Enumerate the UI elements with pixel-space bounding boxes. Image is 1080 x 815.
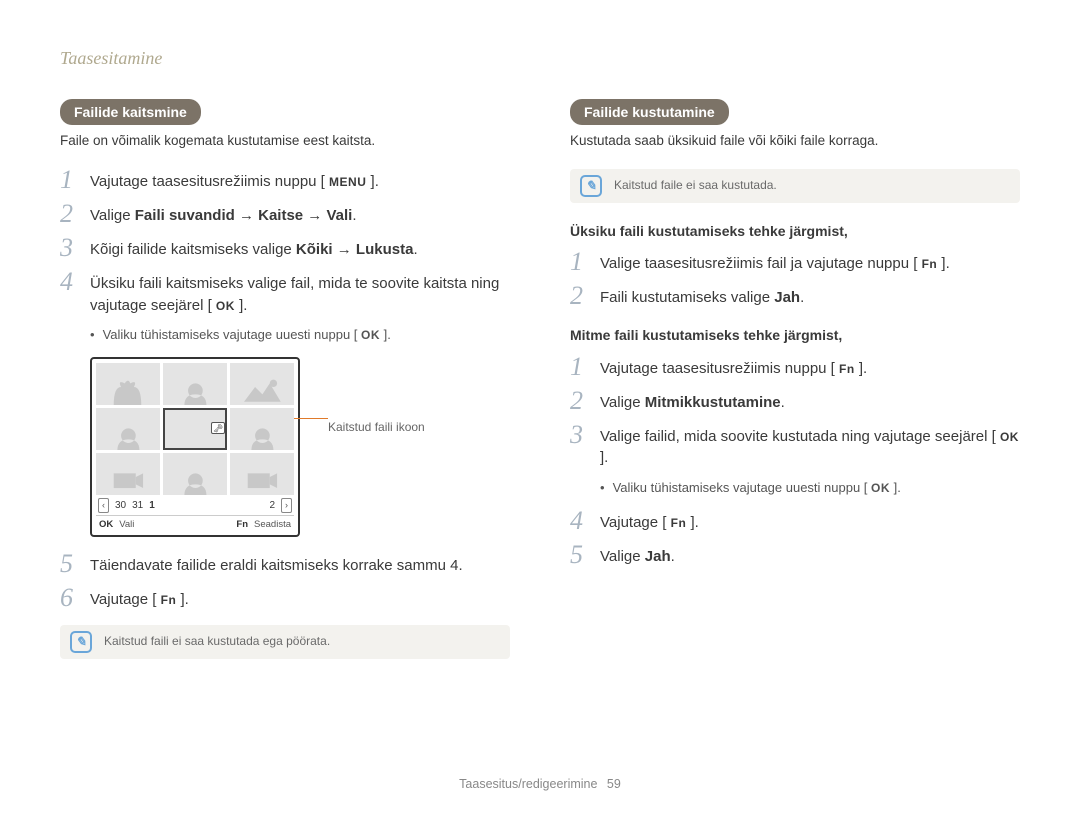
page-title: Taasesitamine (60, 45, 1020, 71)
step-number: 3 (60, 235, 90, 261)
portrait-icon (106, 421, 151, 450)
page-number: 59 (607, 777, 621, 791)
fn-button-label: Fn (161, 592, 177, 609)
two-column-layout: Failide kaitsmine Faile on võimalik koge… (60, 99, 1020, 677)
date-bar: ‹ 30 31 1 2 › (96, 495, 294, 515)
left-column: Failide kaitsmine Faile on võimalik koge… (60, 99, 510, 677)
delete-multi-heading: Mitme faili kustutamiseks tehke järgmist… (570, 325, 1020, 345)
thumbnail-cell (230, 453, 294, 495)
thumbnail-cell (163, 363, 227, 405)
fn-button-label: Fn (922, 256, 938, 273)
right-column: Failide kustutamine Kustutada saab üksik… (570, 99, 1020, 677)
ok-button-label: OK (361, 327, 380, 344)
ok-button-label: OK (216, 298, 235, 315)
landscape-icon (240, 376, 285, 405)
step-text: Vajutage [ Fn ]. (90, 587, 510, 611)
step-number: 4 (570, 508, 600, 534)
step-number: 4 (60, 269, 90, 295)
step-text: Vajutage [ Fn ]. (600, 510, 1020, 534)
ok-button-label: OK (1000, 429, 1019, 446)
note-text: Kaitstud faili ei saa kustutada ega pöör… (104, 633, 330, 650)
delete-multi-substep: Valiku tühistamiseks vajutage uuesti nup… (600, 479, 1020, 498)
thumbnail-cell (96, 363, 160, 405)
camera-screen: ‹ 30 31 1 2 › OK Vali Fn Seadista (90, 357, 300, 537)
film-icon (106, 466, 151, 495)
delete-single-heading: Üksiku faili kustutamiseks tehke järgmis… (570, 221, 1020, 241)
date-value: 2 (269, 499, 275, 514)
section-badge-delete: Failide kustutamine (570, 99, 729, 125)
ok-button-label: OK (871, 480, 890, 497)
note-icon: ✎ (580, 175, 602, 197)
page-footer: Taasesitus/redigeerimine 59 (0, 775, 1080, 793)
thumbnail-cell (230, 408, 294, 450)
protect-steps-cont: 5 Täiendavate failide eraldi kaitsmiseks… (60, 553, 510, 611)
fn-button-label: Fn (671, 515, 687, 532)
protect-substep: Valiku tühistamiseks vajutage uuesti nup… (90, 326, 510, 345)
delete-intro: Kustutada saab üksikuid faile või kõiki … (570, 131, 1020, 151)
note-box: ✎ Kaitstud faile ei saa kustutada. (570, 169, 1020, 203)
step-text: Kõigi failide kaitsmiseks valige Kõiki →… (90, 237, 510, 261)
arrow-right-icon: › (281, 498, 292, 513)
step-number: 1 (570, 249, 600, 275)
step-text: Valige Mitmikkustutamine. (600, 390, 1020, 414)
step-number: 6 (60, 585, 90, 611)
step-number: 2 (570, 388, 600, 414)
step-number: 5 (60, 551, 90, 577)
thumbnail-illustration: ‹ 30 31 1 2 › OK Vali Fn Seadista (90, 357, 510, 537)
note-text: Kaitstud faile ei saa kustutada. (614, 177, 777, 194)
step-number: 1 (570, 354, 600, 380)
delete-single-steps: 1 Valige taasesitusrežiimis fail ja vaju… (570, 251, 1020, 309)
thumbnail-cell (163, 453, 227, 495)
protect-steps: 1 Vajutage taasesitusrežiimis nuppu [ ME… (60, 169, 510, 317)
menu-button-label: MENU (329, 174, 366, 191)
seadista-label: Seadista (254, 518, 291, 532)
thumbnail-cell (96, 453, 160, 495)
step-number: 2 (60, 201, 90, 227)
thumbnail-cell (96, 408, 160, 450)
footer-section: Taasesitus/redigeerimine (459, 777, 597, 791)
date-value-current: 1 (149, 499, 155, 514)
step-text: Valige taasesitusrežiimis fail ja vajuta… (600, 251, 1020, 275)
step-text: Faili kustutamiseks valige Jah. (600, 285, 1020, 309)
step-number: 2 (570, 283, 600, 309)
step-text: Valige Faili suvandid → Kaitse → Vali. (90, 203, 510, 227)
screen-bottom-bar: OK Vali Fn Seadista (96, 515, 294, 535)
note-icon: ✎ (70, 631, 92, 653)
step-number: 1 (60, 167, 90, 193)
date-value: 30 (115, 499, 126, 514)
delete-multi-steps-cont: 4 Vajutage [ Fn ]. 5 Valige Jah. (570, 510, 1020, 568)
thumbnail-cell-selected (163, 408, 227, 450)
film-icon (240, 466, 285, 495)
delete-multi-steps: 1 Vajutage taasesitusrežiimis nuppu [ Fn… (570, 356, 1020, 470)
portrait-icon (173, 376, 218, 405)
step-text: Üksiku faili kaitsmiseks valige fail, mi… (90, 271, 510, 317)
step-text: Vajutage taasesitusrežiimis nuppu [ Fn ]… (600, 356, 1020, 380)
step-number: 3 (570, 422, 600, 448)
thumbnail-cell (230, 363, 294, 405)
step-text: Vajutage taasesitusrežiimis nuppu [ MENU… (90, 169, 510, 193)
protect-intro: Faile on võimalik kogemata kustutamise e… (60, 131, 510, 151)
date-value: 31 (132, 499, 143, 514)
lock-icon (211, 422, 225, 434)
palm-icon (106, 376, 151, 405)
step-text: Valige Jah. (600, 544, 1020, 568)
ok-label: OK (99, 518, 113, 532)
portrait-icon (173, 466, 218, 495)
fn-button-label: Fn (839, 361, 855, 378)
thumbnail-grid (96, 363, 294, 495)
note-box: ✎ Kaitstud faili ei saa kustutada ega pö… (60, 625, 510, 659)
fn-label: Fn (236, 518, 248, 532)
section-badge-protect: Failide kaitsmine (60, 99, 201, 125)
callout-label: Kaitstud faili ikoon (328, 419, 425, 436)
step-text: Valige failid, mida soovite kustutada ni… (600, 424, 1020, 470)
step-number: 5 (570, 542, 600, 568)
vali-label: Vali (119, 518, 134, 532)
arrow-left-icon: ‹ (98, 498, 109, 513)
step-text: Täiendavate failide eraldi kaitsmiseks k… (90, 553, 510, 577)
portrait-icon (240, 421, 285, 450)
